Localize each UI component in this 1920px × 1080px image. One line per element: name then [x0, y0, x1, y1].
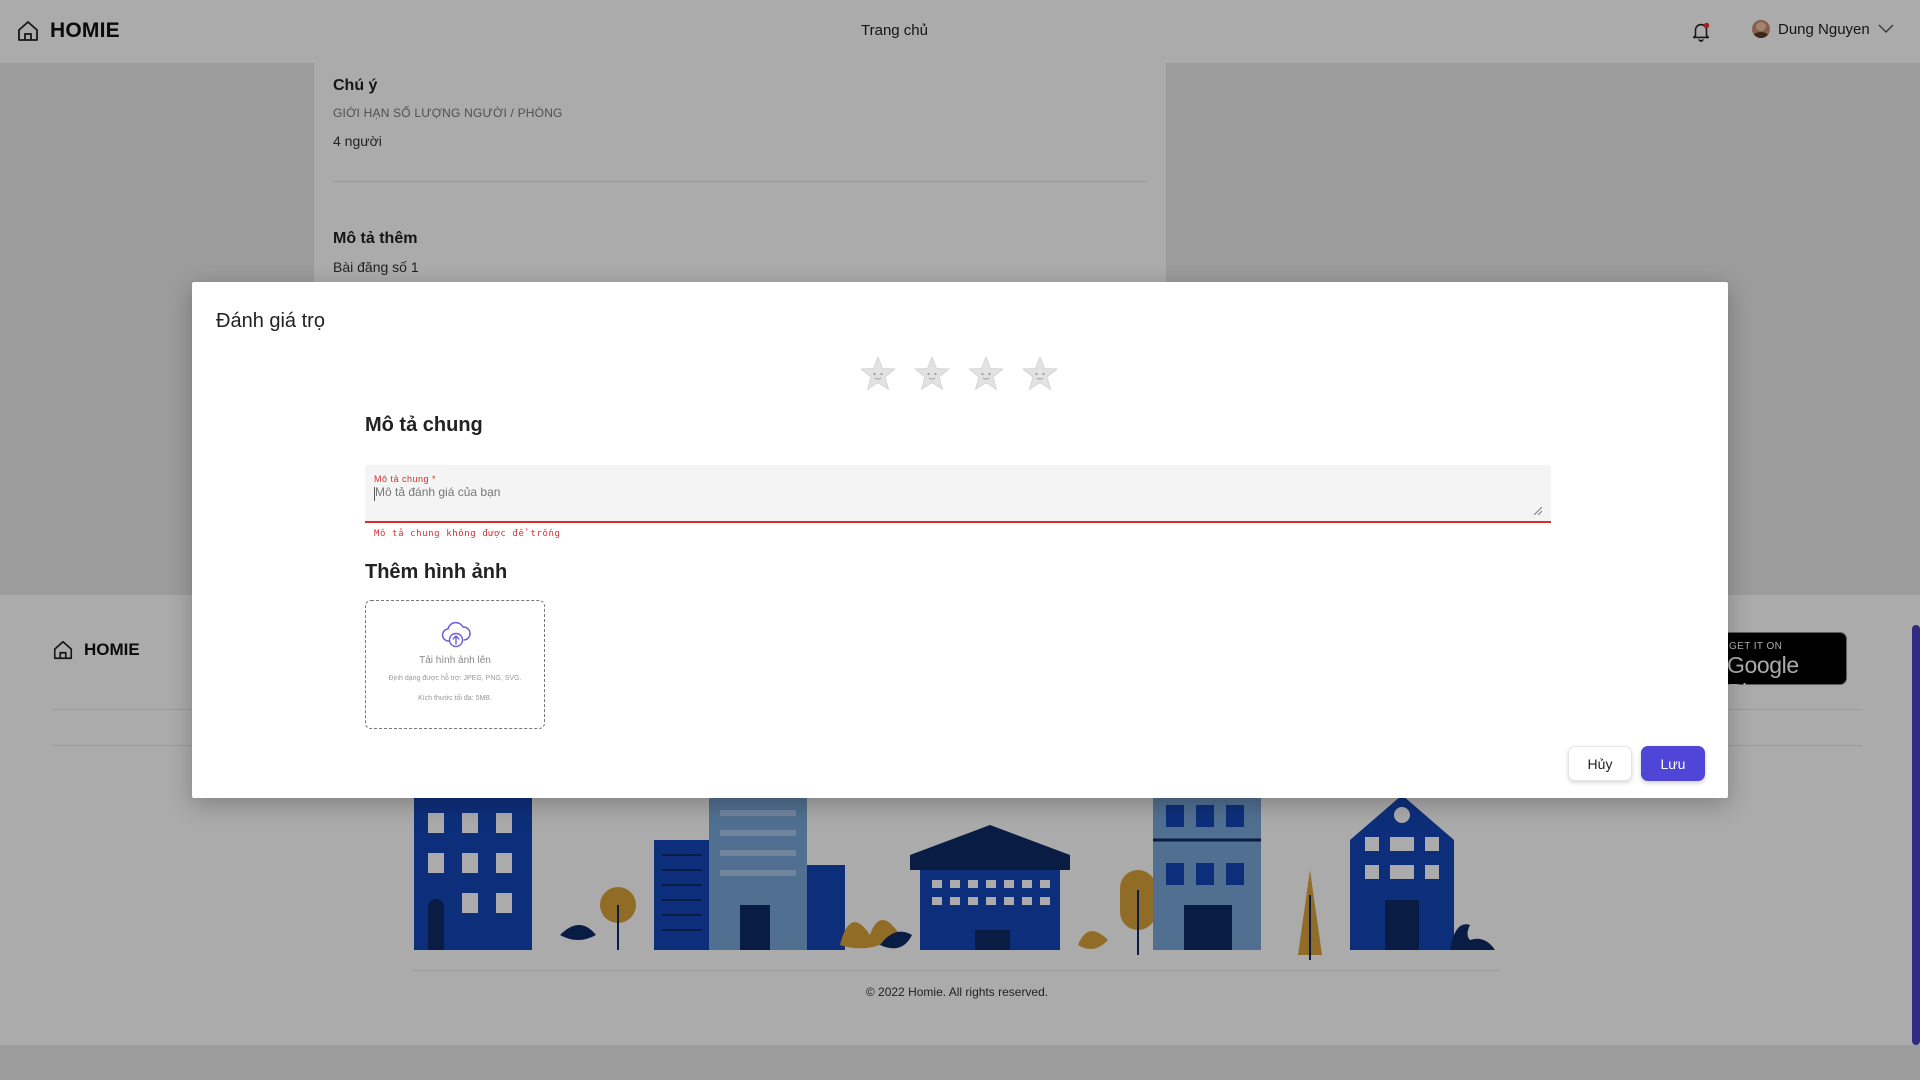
star-icon[interactable]: [858, 354, 898, 394]
text-caret: [374, 487, 375, 501]
cancel-button[interactable]: Hủy: [1568, 746, 1632, 781]
upload-main-text: Tải hình ảnh lên: [419, 655, 491, 666]
cloud-upload-icon: [441, 621, 471, 648]
description-field-label: Mô tả chung *: [374, 474, 437, 484]
star-icon[interactable]: [912, 354, 952, 394]
upload-format-hint: Định dạng được hỗ trợ: JPEG, PNG, SVG.: [388, 675, 522, 682]
image-upload-dropzone[interactable]: Tải hình ảnh lên Định dạng được hỗ trợ: …: [365, 600, 545, 729]
description-heading: Mô tả chung: [365, 414, 483, 436]
star-icon[interactable]: [1020, 354, 1060, 394]
star-rating: [858, 354, 1060, 394]
description-field: Mô tả chung *: [365, 465, 1551, 523]
resize-grip-icon[interactable]: [1534, 507, 1542, 515]
upload-size-hint: Kích thước tối đa: 5MB.: [418, 695, 492, 702]
images-heading: Thêm hình ảnh: [365, 561, 508, 583]
description-input[interactable]: [373, 485, 1533, 515]
save-button[interactable]: Lưu: [1641, 746, 1705, 781]
dialog-title: Đánh giá trọ: [216, 310, 325, 332]
review-dialog: Đánh giá trọ Mô tả chung Mô tả chung * M…: [192, 282, 1728, 798]
star-icon[interactable]: [966, 354, 1006, 394]
description-error: Mô tả chung không được để trống: [374, 529, 561, 539]
